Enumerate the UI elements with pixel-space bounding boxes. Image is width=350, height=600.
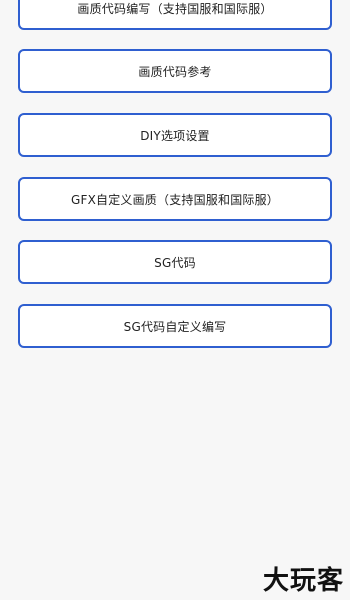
- diy-options-settings-button[interactable]: DIY选项设置: [18, 113, 332, 157]
- quality-code-reference-button[interactable]: 画质代码参考: [18, 49, 332, 93]
- watermark-logo: 大玩客: [262, 566, 344, 596]
- sg-code-button[interactable]: SG代码: [18, 240, 332, 284]
- quality-code-writing-button[interactable]: 画质代码编写（支持国服和国际服）: [18, 0, 332, 30]
- sg-code-custom-writing-button[interactable]: SG代码自定义编写: [18, 304, 332, 348]
- gfx-custom-quality-button[interactable]: GFX自定义画质（支持国服和国际服）: [18, 177, 332, 221]
